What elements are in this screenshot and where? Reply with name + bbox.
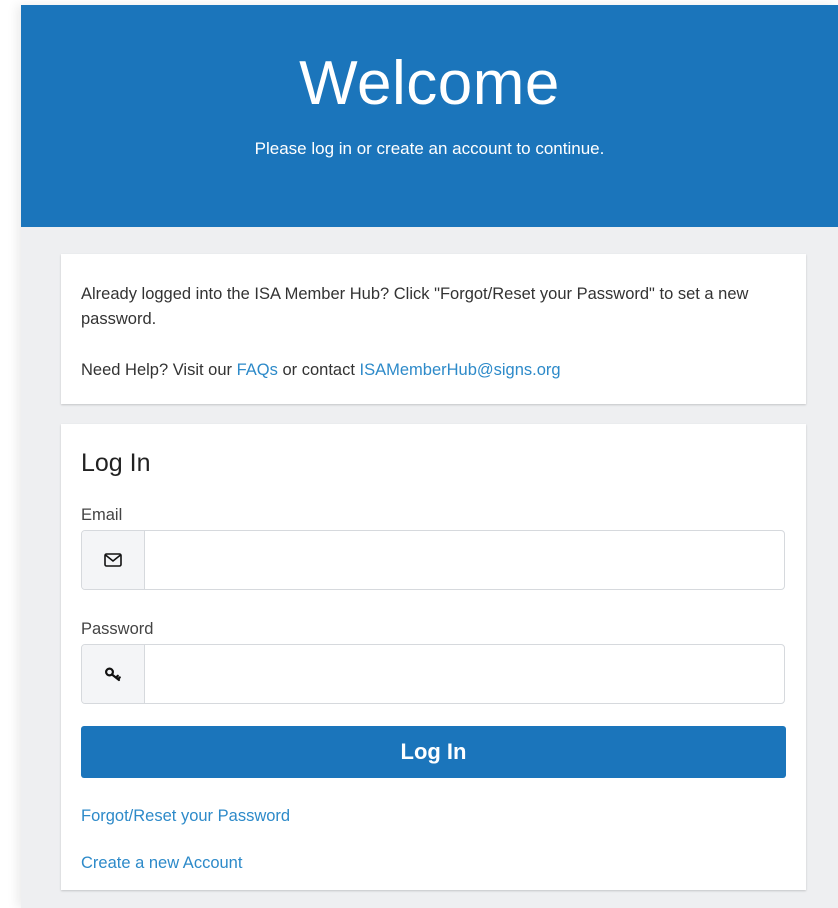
password-input[interactable] (145, 645, 784, 703)
welcome-header: Welcome Please log in or create an accou… (21, 5, 838, 227)
contact-text: or contact (277, 361, 360, 379)
faqs-link[interactable]: FAQs (237, 361, 278, 379)
password-reset-notice: Already logged into the ISA Member Hub? … (81, 285, 749, 328)
page-subtitle: Please log in or create an account to co… (254, 139, 605, 158)
notice-card: Already logged into the ISA Member Hub? … (61, 254, 806, 404)
login-button[interactable]: Log In (81, 726, 786, 778)
help-prefix: Need Help? Visit our (81, 361, 237, 379)
key-icon (82, 645, 145, 703)
create-account-link[interactable]: Create a new Account (81, 853, 242, 873)
envelope-icon (82, 531, 145, 589)
email-label: Email (81, 506, 123, 524)
forgot-password-link[interactable]: Forgot/Reset your Password (81, 806, 290, 826)
email-input[interactable] (145, 531, 784, 589)
password-field-group (81, 644, 785, 704)
page-title: Welcome (299, 49, 560, 118)
page-container: Welcome Please log in or create an accou… (21, 5, 838, 908)
password-label: Password (81, 620, 154, 638)
support-email-link[interactable]: ISAMemberHub@signs.org (360, 361, 561, 379)
help-text: Need Help? Visit our FAQs or contact ISA… (81, 358, 791, 383)
login-title: Log In (81, 449, 151, 477)
email-field-group (81, 530, 785, 590)
login-card: Log In Email Password Log In Forgot/Rese… (61, 424, 806, 890)
